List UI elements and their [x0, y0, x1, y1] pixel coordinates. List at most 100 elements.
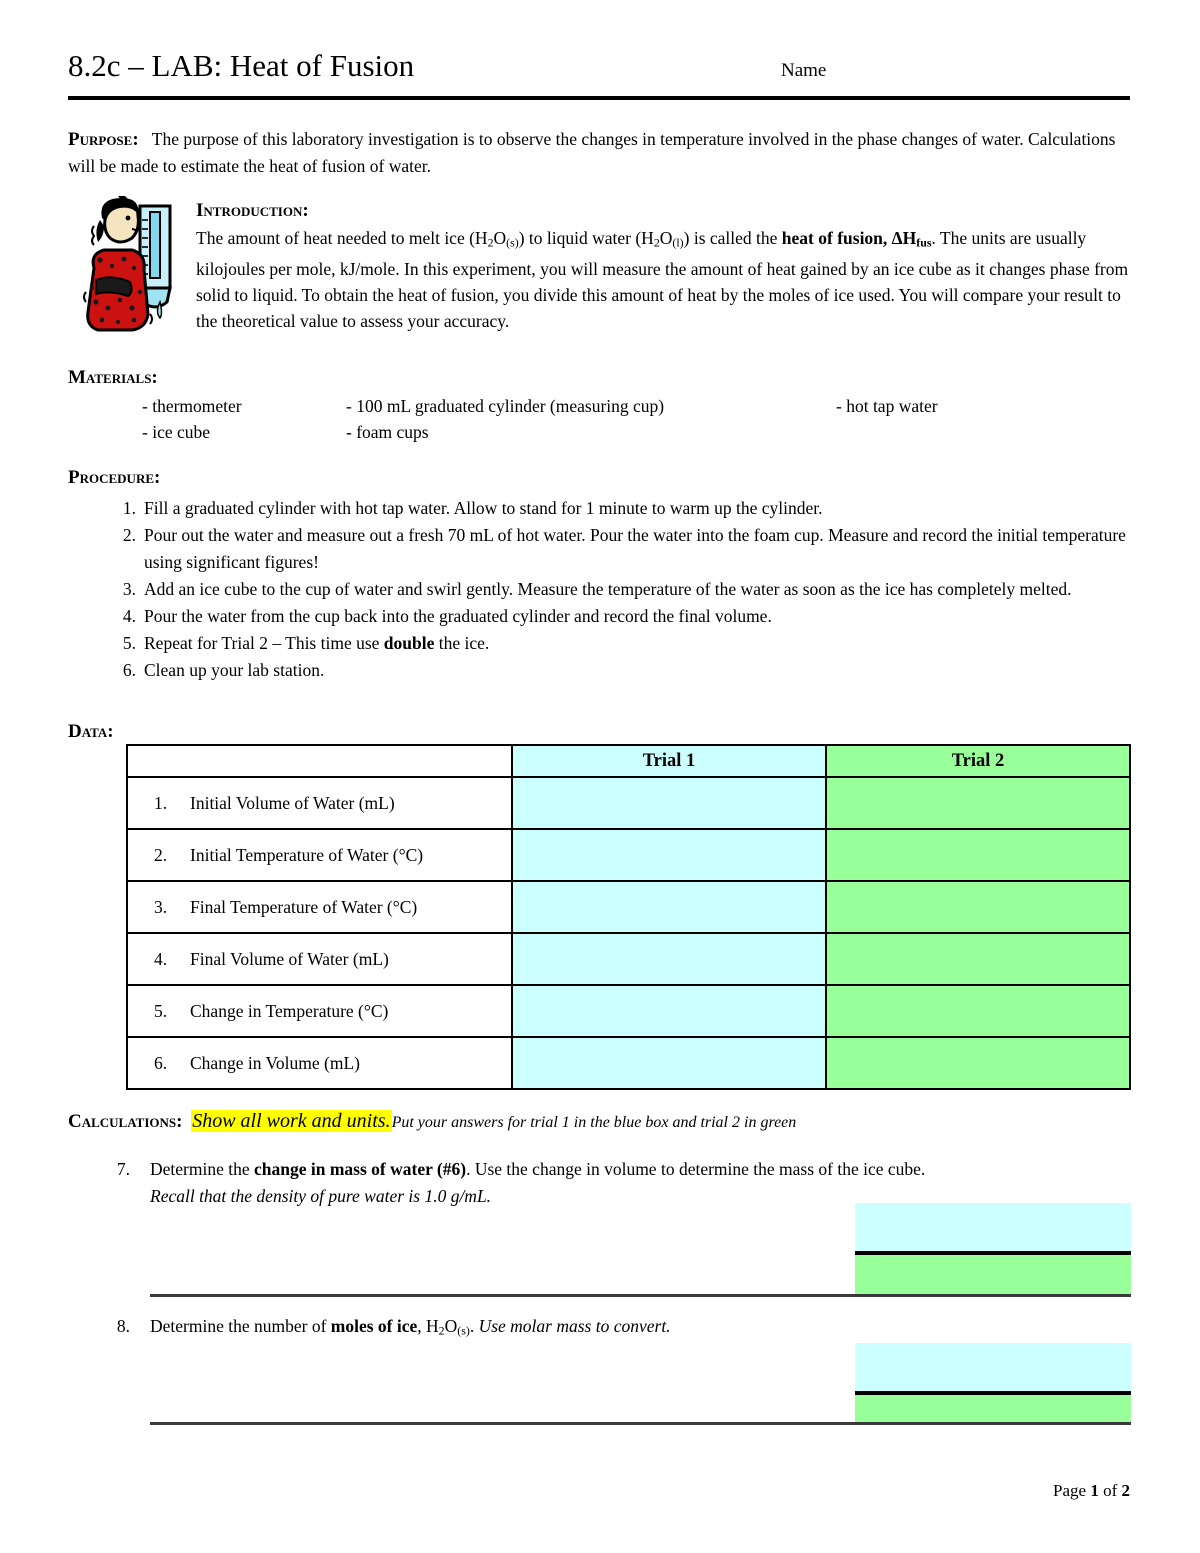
row-number: 2.	[154, 844, 168, 865]
materials-list: - thermometer - ice cube - 100 mL gradua…	[68, 393, 1130, 449]
materials-section: Materials: - thermometer - ice cube - 10…	[68, 364, 1130, 449]
row-label-initial-volume: 1. Initial Volume of Water (mL)	[126, 776, 513, 830]
table-header-trial1: Trial 1	[511, 744, 827, 778]
introduction-text: The amount of heat needed to melt ice (H…	[196, 228, 1129, 331]
procedure-list: 1. Fill a graduated cylinder with hot ta…	[68, 495, 1130, 684]
introduction-section: Introduction: The amount of heat needed …	[196, 198, 1134, 334]
footer-text-mid: of	[1098, 1481, 1122, 1500]
step-number: 4.	[122, 606, 136, 626]
row-number: 1.	[154, 792, 168, 813]
material-item-foam-cups: - foam cups	[346, 422, 429, 442]
step-number: 3.	[122, 579, 136, 599]
cell-trial1-initial-temperature[interactable]	[511, 828, 827, 882]
document-header: 8.2c – LAB: Heat of Fusion Name	[68, 46, 1130, 100]
row-label-final-volume: 4. Final Volume of Water (mL)	[126, 932, 513, 986]
procedure-step-2: 2. Pour out the water and measure out a …	[68, 522, 1130, 576]
answer-box-trial1-question7[interactable]	[855, 1203, 1131, 1255]
question-text-before: Determine the number of	[150, 1316, 331, 1336]
cell-trial1-initial-volume[interactable]	[511, 776, 827, 830]
answer-rule-question8	[150, 1422, 1131, 1425]
table-row: 1. Initial Volume of Water (mL)	[126, 776, 1131, 830]
procedure-step-5: 5. Repeat for Trial 2 – This time use do…	[68, 630, 1130, 657]
step-number: 6.	[122, 660, 136, 680]
step-number: 5.	[122, 633, 136, 653]
intro-text-a: The amount of heat needed to melt ice (H	[196, 228, 488, 248]
step-text: Fill a graduated cylinder with hot tap w…	[144, 498, 823, 518]
row-label-text: Change in Temperature (°C)	[190, 1000, 389, 1021]
cell-trial2-initial-volume[interactable]	[825, 776, 1131, 830]
name-field-label: Name	[781, 60, 827, 81]
calculations-section: Calculations: Show all work and units.Pu…	[68, 1108, 1130, 1136]
material-item-hot-tap-water: - hot tap water	[836, 396, 938, 416]
intro-bold-sub: fus	[916, 235, 932, 250]
table-row: 4. Final Volume of Water (mL)	[126, 932, 1131, 986]
answer-box-trial2-question7[interactable]	[855, 1255, 1131, 1295]
answer-box-trial2-question8[interactable]	[855, 1395, 1131, 1423]
table-row: 5. Change in Temperature (°C)	[126, 984, 1131, 1038]
step-text: Clean up your lab station.	[144, 660, 325, 680]
intro-text-b: O	[493, 228, 507, 248]
question-sub-state: (s)	[457, 1323, 470, 1338]
row-number: 6.	[154, 1052, 168, 1073]
question-text-before: Determine the	[150, 1159, 254, 1179]
cell-trial2-initial-temperature[interactable]	[825, 828, 1131, 882]
procedure-step-3: 3. Add an ice cube to the cup of water a…	[68, 576, 1130, 603]
row-number: 3.	[154, 896, 168, 917]
table-row: 6. Change in Volume (mL)	[126, 1036, 1131, 1090]
calculations-heading: Calculations:	[68, 1111, 183, 1132]
question-number: 7.	[116, 1159, 130, 1179]
procedure-section: Procedure: 1. Fill a graduated cylinder …	[68, 464, 1130, 684]
question-text-after: .	[469, 1316, 479, 1336]
step-text: Pour the water from the cup back into th…	[144, 606, 772, 626]
material-item-thermometer: - thermometer	[142, 396, 242, 416]
cell-trial2-final-temperature[interactable]	[825, 880, 1131, 934]
row-label-text: Initial Volume of Water (mL)	[190, 792, 395, 813]
intro-sub-l: (l)	[672, 235, 684, 250]
cell-trial2-change-in-volume[interactable]	[825, 1036, 1131, 1090]
footer-page-number: 1	[1090, 1481, 1099, 1500]
table-header-trial2: Trial 2	[825, 744, 1131, 778]
answer-box-trial1-question8[interactable]	[855, 1343, 1131, 1395]
footer-text-before: Page	[1053, 1481, 1091, 1500]
step-text-after: the ice.	[434, 633, 490, 653]
question-bold-term: moles of ice	[330, 1316, 418, 1336]
table-row: 3. Final Temperature of Water (°C)	[126, 880, 1131, 934]
calculation-question-8: 8. Determine the number of moles of ice,…	[117, 1313, 1150, 1345]
purpose-heading: Purpose:	[68, 129, 139, 150]
question-text-mid: , H	[417, 1316, 439, 1336]
introduction-heading: Introduction:	[196, 200, 309, 221]
question-text-after: . Use the change in volume to determine …	[466, 1159, 926, 1179]
calculations-note: Put your answers for trial 1 in the blue…	[391, 1114, 797, 1131]
step-text: Pour out the water and measure out a fre…	[144, 525, 1126, 572]
material-item-ice-cube: - ice cube	[142, 422, 211, 442]
cell-trial1-final-volume[interactable]	[511, 932, 827, 986]
document-page: 8.2c – LAB: Heat of Fusion Name Purpose:…	[0, 0, 1200, 1553]
cell-trial2-change-in-temperature[interactable]	[825, 984, 1131, 1038]
row-label-text: Final Volume of Water (mL)	[190, 948, 389, 969]
table-row: 2. Initial Temperature of Water (°C)	[126, 828, 1131, 882]
row-label-text: Final Temperature of Water (°C)	[190, 896, 418, 917]
table-header-blank	[126, 744, 513, 778]
cell-trial1-final-temperature[interactable]	[511, 880, 827, 934]
step-text: Add an ice cube to the cup of water and …	[144, 579, 1072, 599]
data-heading: Data:	[68, 721, 114, 742]
calculations-highlight: Show all work and units.	[191, 1110, 392, 1132]
purpose-section: Purpose: The purpose of this laboratory …	[68, 126, 1130, 179]
cell-trial2-final-volume[interactable]	[825, 932, 1131, 986]
row-label-change-in-temperature: 5. Change in Temperature (°C)	[126, 984, 513, 1038]
row-label-final-temperature: 3. Final Temperature of Water (°C)	[126, 880, 513, 934]
question-bold-term: change in mass of water (#6)	[253, 1159, 467, 1179]
page-footer: Page 1 of 2	[68, 1481, 1130, 1501]
cell-trial1-change-in-temperature[interactable]	[511, 984, 827, 1038]
data-section-heading-wrap: Data:	[68, 718, 114, 745]
data-table: Trial 1 Trial 2 1. Initial Volume of Wate…	[126, 744, 1131, 1090]
page-title: 8.2c – LAB: Heat of Fusion	[68, 48, 415, 83]
material-item-graduated-cylinder: - 100 mL graduated cylinder (measuring c…	[346, 396, 665, 416]
cell-trial1-change-in-volume[interactable]	[511, 1036, 827, 1090]
question-italic-line: Use molar mass to convert.	[478, 1316, 671, 1336]
step-number: 1.	[122, 498, 136, 518]
procedure-step-1: 1. Fill a graduated cylinder with hot ta…	[68, 495, 1130, 522]
procedure-step-4: 4. Pour the water from the cup back into…	[68, 603, 1130, 630]
calculation-question-7: 7. Determine the change in mass of water…	[117, 1156, 1150, 1210]
procedure-heading: Procedure:	[68, 467, 161, 488]
